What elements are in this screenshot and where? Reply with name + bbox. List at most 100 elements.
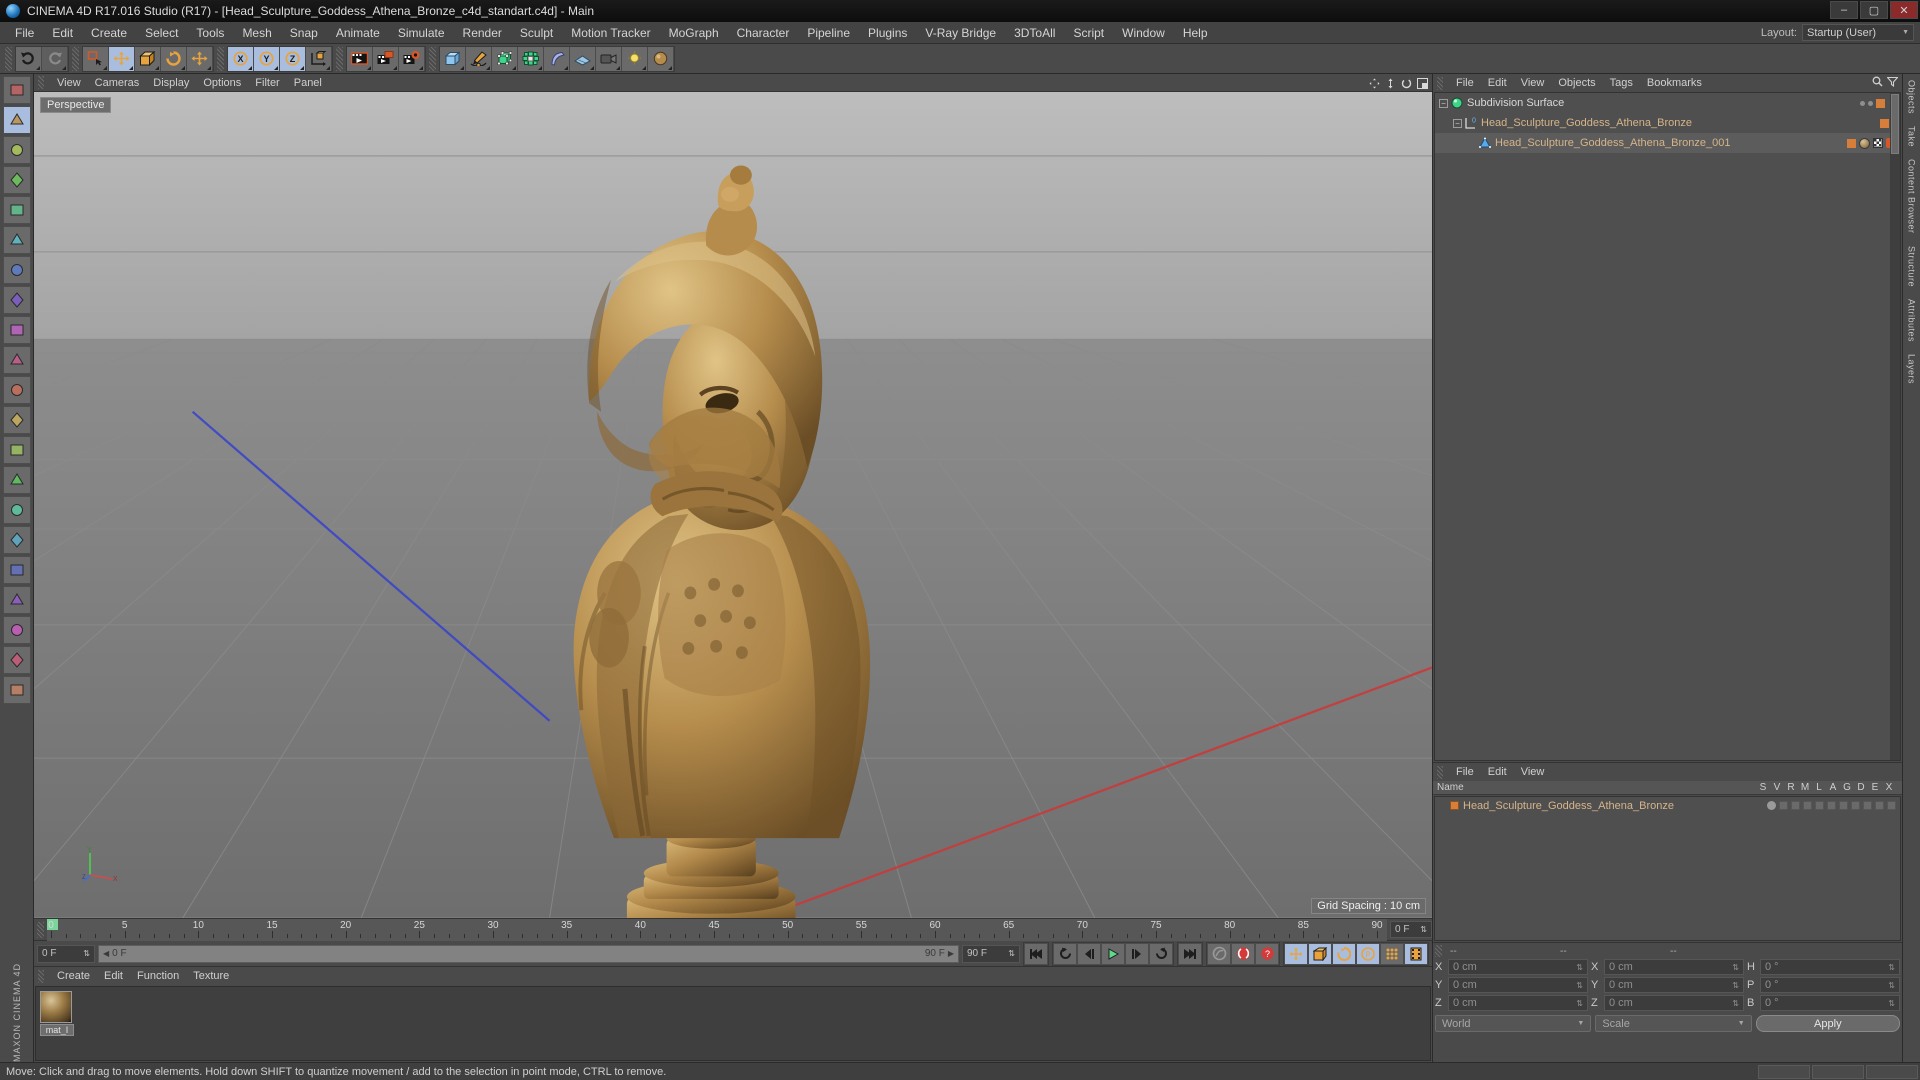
brush-tool[interactable] xyxy=(2,376,31,404)
axis-lock-y[interactable] xyxy=(2,466,31,494)
coord-size-field[interactable]: 0 cm ⇅ xyxy=(1604,959,1744,975)
workplane-tool[interactable] xyxy=(2,286,31,314)
polygon-mode-tool[interactable] xyxy=(2,256,31,284)
record-position-button[interactable] xyxy=(1284,942,1308,965)
toolbar-grip-icon[interactable] xyxy=(217,46,224,71)
layer-col-m[interactable]: M xyxy=(1798,782,1812,793)
menu-item-mesh[interactable]: Mesh xyxy=(233,24,280,42)
layer-menu-file[interactable]: File xyxy=(1449,765,1481,779)
coord-size-field[interactable]: 0 cm ⇅ xyxy=(1604,995,1744,1011)
layer-flag-toggle[interactable] xyxy=(1863,801,1872,810)
close-button[interactable]: ✕ xyxy=(1890,1,1918,19)
coord-rotation-field[interactable]: 0 ° ⇅ xyxy=(1760,977,1900,993)
layout-presets[interactable] xyxy=(2,676,31,704)
lock-y-button[interactable]: Y xyxy=(254,46,280,71)
add-array-button[interactable] xyxy=(518,46,544,71)
menu-item-animate[interactable]: Animate xyxy=(327,24,389,42)
menu-item-select[interactable]: Select xyxy=(136,24,187,42)
menu-item-window[interactable]: Window xyxy=(1113,24,1174,42)
menu-item-create[interactable]: Create xyxy=(82,24,136,42)
redo-button[interactable] xyxy=(42,46,68,71)
perspective-viewport[interactable]: Perspective Grid Spacing : 10 cm Y X Z xyxy=(34,92,1432,918)
layer-menu-edit[interactable]: Edit xyxy=(1481,765,1514,779)
add-light-button[interactable] xyxy=(622,46,648,71)
snap-tool[interactable] xyxy=(2,346,31,374)
axis-lock-all[interactable] xyxy=(2,526,31,554)
objects-menu-bookmarks[interactable]: Bookmarks xyxy=(1640,76,1709,90)
viewport-menu-options[interactable]: Options xyxy=(196,76,248,90)
move-alt-button[interactable] xyxy=(187,46,213,71)
layer-flag-toggle[interactable] xyxy=(1827,801,1836,810)
layer-flag-toggle[interactable] xyxy=(1779,801,1788,810)
objects-menu-file[interactable]: File xyxy=(1449,76,1481,90)
scale-tool-button[interactable] xyxy=(135,46,161,71)
menu-item-tools[interactable]: Tools xyxy=(187,24,233,42)
record-rotation-button[interactable] xyxy=(1332,942,1356,965)
end-frame-field[interactable]: 90 F ⇅ xyxy=(962,944,1020,963)
keyframe-selection-button[interactable]: ? xyxy=(1255,942,1279,965)
previous-key-button[interactable] xyxy=(1053,942,1077,965)
material-item[interactable]: mat_I xyxy=(40,991,74,1036)
layer-col-x[interactable]: X xyxy=(1882,782,1896,793)
coord-position-field[interactable]: 0 cm ⇅ xyxy=(1448,995,1588,1011)
side-tab-objects[interactable]: Objects xyxy=(1907,74,1917,120)
viewport-solo[interactable] xyxy=(2,586,31,614)
menu-item-snap[interactable]: Snap xyxy=(281,24,327,42)
object-tree-row[interactable]: − 0 Head_Sculpture_Goddess_Athena_Bronze xyxy=(1435,113,1900,133)
objects-menu-edit[interactable]: Edit xyxy=(1481,76,1514,90)
enable-axis-tool[interactable] xyxy=(2,556,31,584)
toolbar-grip-icon[interactable] xyxy=(72,46,79,71)
live-selection-button[interactable] xyxy=(83,46,109,71)
layout-dropdown[interactable]: Startup (User) ▼ xyxy=(1802,24,1914,41)
axis-lock-x[interactable] xyxy=(2,436,31,464)
start-frame-field[interactable]: 0 F ⇅ xyxy=(37,944,95,963)
render-region-button[interactable] xyxy=(373,46,399,71)
timeline-track[interactable]: 0 5 10 15 20 25 30 35 40 45 50 55 60 65 70 75 80 85 90 xyxy=(47,918,1387,941)
menu-item-plugins[interactable]: Plugins xyxy=(859,24,916,42)
menu-item-pipeline[interactable]: Pipeline xyxy=(798,24,859,42)
menu-item-v-ray-bridge[interactable]: V-Ray Bridge xyxy=(916,24,1005,42)
world-coordinates-button[interactable] xyxy=(306,46,332,71)
record-active-button[interactable] xyxy=(1231,942,1255,965)
coord-rotation-field[interactable]: 0 ° ⇅ xyxy=(1760,959,1900,975)
step-forward-button[interactable] xyxy=(1125,942,1149,965)
layer-col-v[interactable]: V xyxy=(1770,782,1784,793)
side-tab-attributes[interactable]: Attributes xyxy=(1907,293,1917,348)
panel-grip-icon[interactable] xyxy=(1437,76,1443,90)
menu-item-character[interactable]: Character xyxy=(728,24,799,42)
layer-row[interactable]: Head_Sculpture_Goddess_Athena_Bronze xyxy=(1435,797,1900,814)
coordinate-system-dropdown[interactable]: World ▼ xyxy=(1435,1015,1592,1032)
panel-grip-icon[interactable] xyxy=(1435,945,1442,957)
viewport-menu-panel[interactable]: Panel xyxy=(287,76,329,90)
menu-item-mograph[interactable]: MoGraph xyxy=(660,24,728,42)
objects-menu-tags[interactable]: Tags xyxy=(1603,76,1640,90)
layer-col-s[interactable]: S xyxy=(1756,782,1770,793)
objects-filter-icon[interactable] xyxy=(1886,74,1899,92)
coord-rotation-field[interactable]: 0 ° ⇅ xyxy=(1760,995,1900,1011)
layer-flag-toggle[interactable] xyxy=(1803,801,1812,810)
layer-color-swatch[interactable] xyxy=(1847,138,1856,148)
layer-flag-toggle[interactable] xyxy=(1875,801,1884,810)
measure-tool[interactable] xyxy=(2,406,31,434)
material-menu-create[interactable]: Create xyxy=(50,969,97,983)
visibility-dot-render[interactable] xyxy=(1868,100,1874,106)
menu-item-help[interactable]: Help xyxy=(1174,24,1217,42)
add-camera-button[interactable] xyxy=(596,46,622,71)
layer-flag-toggle[interactable] xyxy=(1767,801,1776,810)
step-back-button[interactable] xyxy=(1077,942,1101,965)
layer-col-e[interactable]: E xyxy=(1868,782,1882,793)
menu-item-file[interactable]: File xyxy=(6,24,43,42)
texture-axis-tool[interactable] xyxy=(2,76,31,104)
material-menu-texture[interactable]: Texture xyxy=(186,969,236,983)
add-material-button[interactable] xyxy=(648,46,674,71)
coord-size-field[interactable]: 0 cm ⇅ xyxy=(1604,977,1744,993)
tree-expander[interactable]: − xyxy=(1453,118,1462,128)
layer-color-swatch[interactable] xyxy=(1876,98,1886,108)
visibility-dot-editor[interactable] xyxy=(1860,100,1866,106)
material-menu-edit[interactable]: Edit xyxy=(97,969,130,983)
object-tree-row[interactable]: Head_Sculpture_Goddess_Athena_Bronze_001 xyxy=(1435,133,1900,153)
layer-flag-toggle[interactable] xyxy=(1887,801,1896,810)
panel-grip-icon[interactable] xyxy=(1437,765,1443,779)
maximize-button[interactable]: ▢ xyxy=(1860,1,1888,19)
layer-col-r[interactable]: R xyxy=(1784,782,1798,793)
